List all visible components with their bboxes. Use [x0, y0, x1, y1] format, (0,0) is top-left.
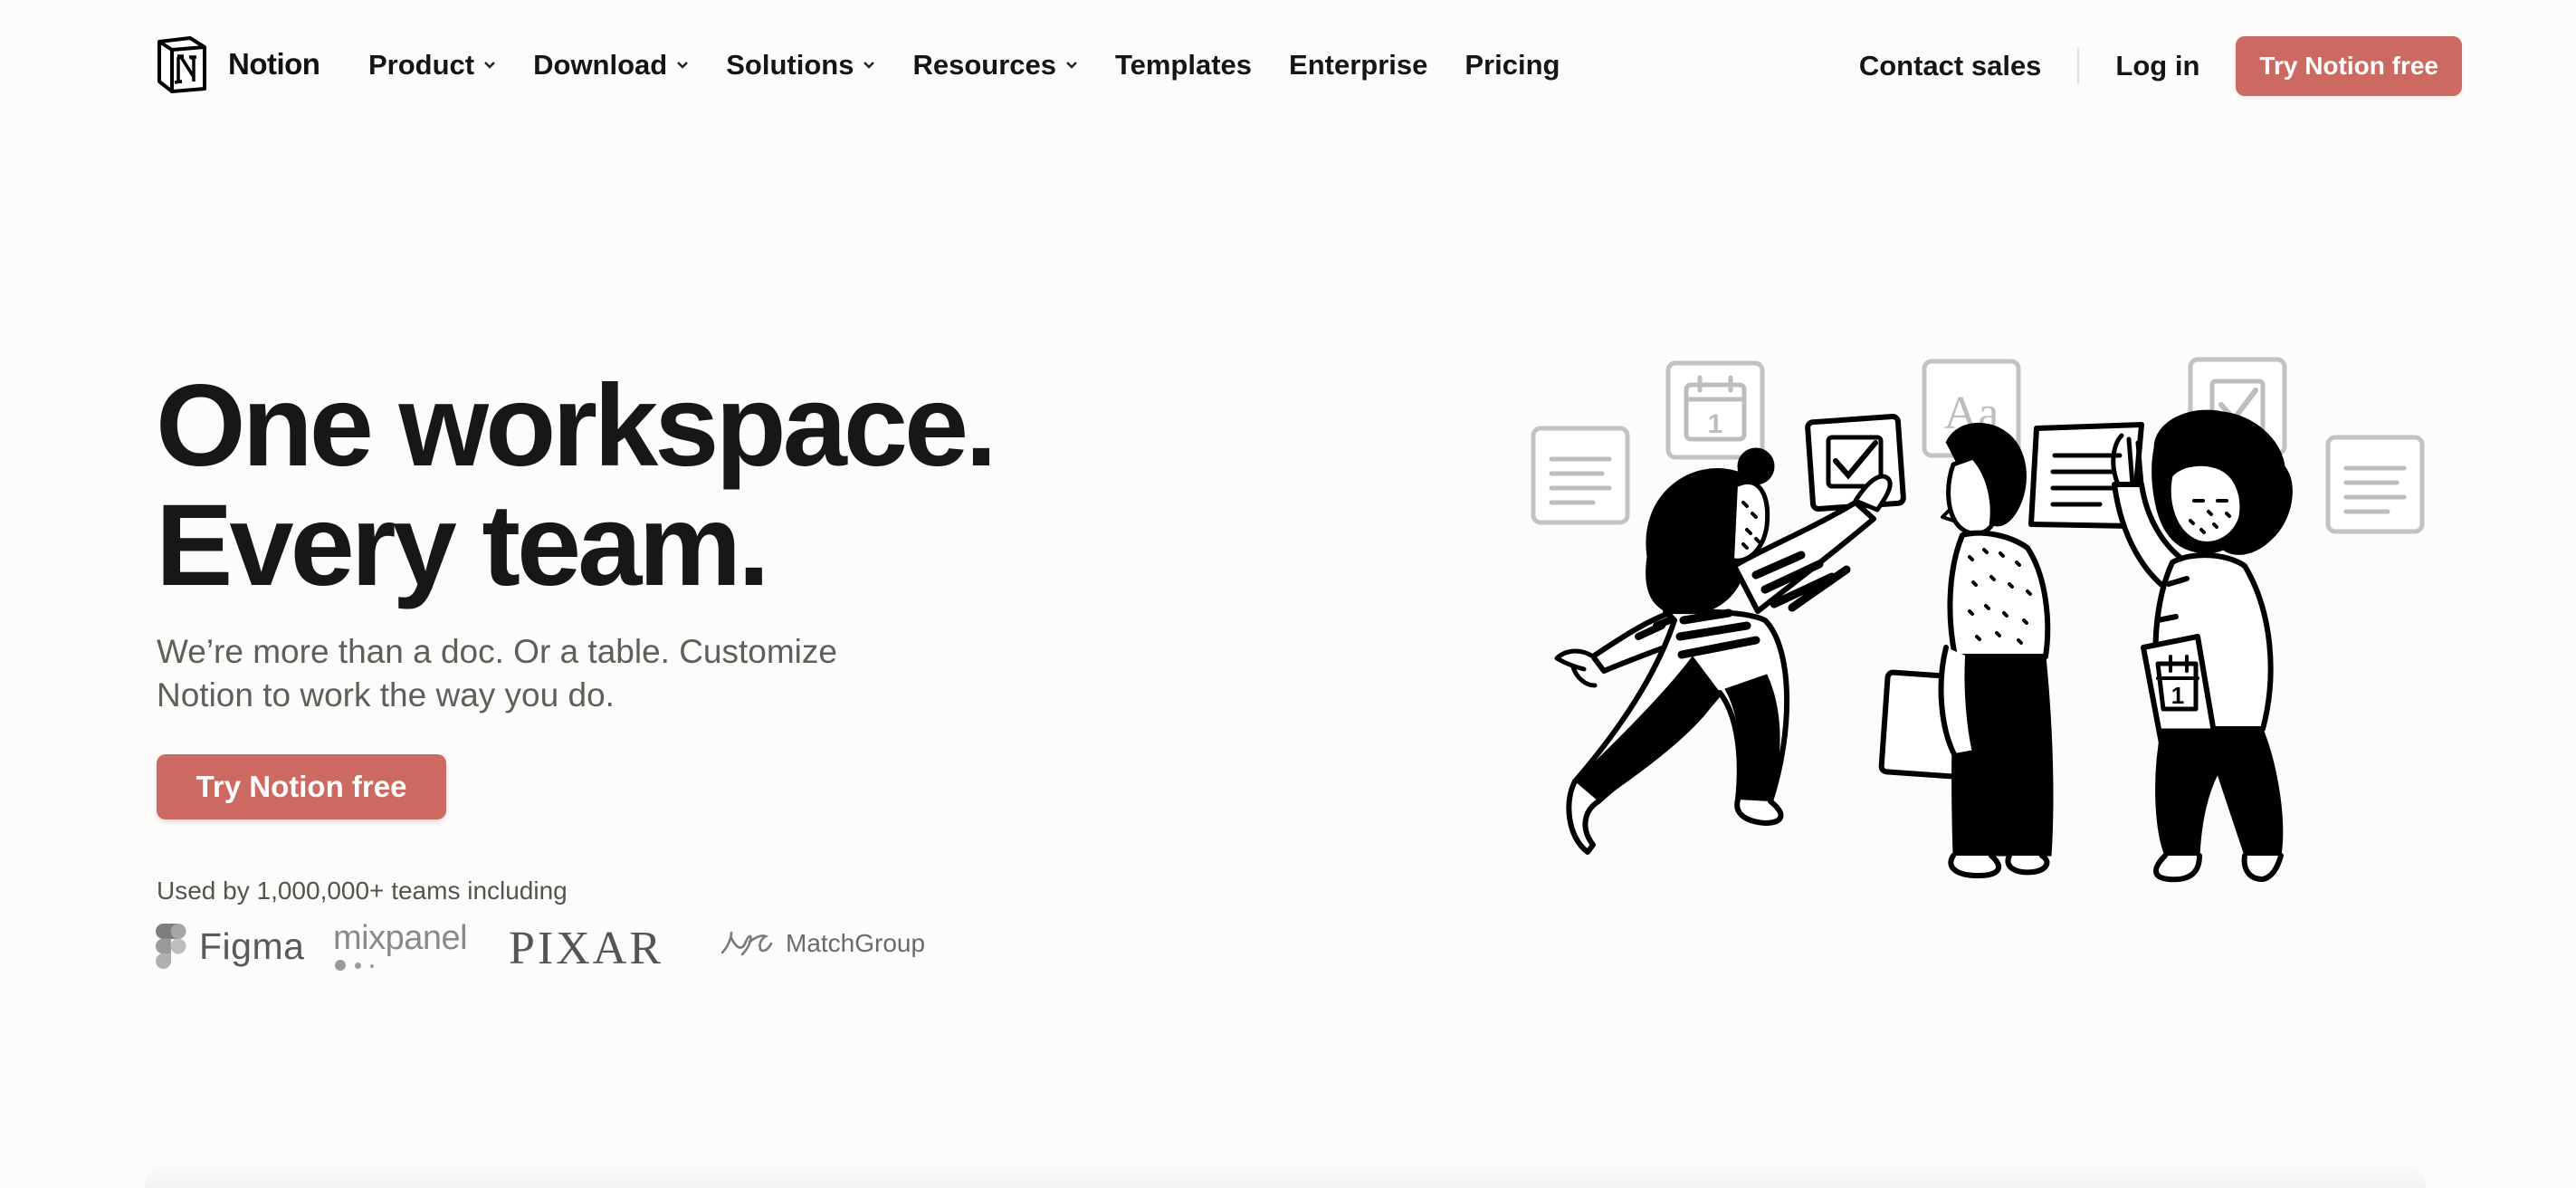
page: Notion Product Download Solutions Resour…: [0, 0, 2576, 1188]
nav-item-pricing[interactable]: Pricing: [1465, 49, 1560, 81]
main-menu: Product Download Solutions Resources Tem…: [368, 49, 1597, 81]
try-notion-free-nav-button[interactable]: Try Notion free: [2236, 36, 2462, 96]
matchgroup-wordmark: MatchGroup: [786, 929, 926, 957]
hero-title: One workspace. Every team.: [156, 361, 997, 610]
nav-item-label: Enterprise: [1289, 49, 1428, 81]
nav-item-solutions[interactable]: Solutions: [726, 49, 875, 81]
section-edge: [145, 1161, 2426, 1188]
nav-item-enterprise[interactable]: Enterprise: [1289, 49, 1427, 81]
figma-mark-icon: [156, 924, 186, 969]
notion-logo-icon: [157, 36, 206, 93]
chevron-down-icon: [484, 62, 495, 69]
matchgroup-logo: MatchGroup: [719, 929, 925, 958]
nav-item-label: Resources: [912, 49, 1056, 81]
team-collaboration-illustration: 1 Aa 1: [1531, 357, 2425, 883]
hero-title-line-1: One workspace.: [156, 361, 997, 491]
nav-item-download[interactable]: Download: [533, 49, 689, 81]
pixar-logo: PIXAR: [509, 923, 664, 974]
nav-item-label: Solutions: [726, 49, 854, 81]
svg-text:1: 1: [1708, 409, 1723, 439]
figma-wordmark: Figma: [199, 925, 305, 967]
nav-item-resources[interactable]: Resources: [912, 49, 1078, 81]
notion-home-link[interactable]: Notion: [154, 34, 320, 94]
nav-actions: Contact sales Log in Try Notion free: [1859, 36, 2462, 96]
figma-logo: Figma: [156, 924, 304, 969]
person-illustration: 1: [2111, 409, 2293, 883]
matchgroup-mark-icon: [720, 931, 773, 956]
logo-text: Notion: [228, 47, 320, 81]
chevron-down-icon: [863, 62, 875, 69]
chevron-down-icon: [1066, 62, 1077, 69]
nav-item-templates[interactable]: Templates: [1115, 49, 1252, 81]
try-notion-free-hero-button[interactable]: Try Notion free: [157, 754, 446, 819]
svg-text:1: 1: [2171, 682, 2184, 709]
nav-divider: [2077, 48, 2080, 84]
nav-item-label: Pricing: [1465, 49, 1560, 81]
top-nav: Notion Product Download Solutions Resour…: [0, 0, 2576, 136]
nav-item-product[interactable]: Product: [368, 49, 496, 81]
mixpanel-wordmark: mixpanel: [333, 919, 468, 957]
customer-logos: Figma mixpanel PIXAR MatchGroup: [156, 920, 952, 974]
document-icon: [2325, 435, 2425, 534]
checkbox-icon: [1805, 414, 1906, 512]
hero-subtitle: We’re more than a doc. Or a table. Custo…: [157, 633, 837, 714]
calendar-icon: 1: [1665, 360, 1765, 460]
document-icon: [1531, 426, 1630, 525]
hero-title-line-2: Every team.: [156, 481, 770, 610]
chevron-down-icon: [677, 62, 689, 69]
log-in-link[interactable]: Log in: [2115, 50, 2199, 82]
mixpanel-logo: mixpanel: [333, 919, 468, 971]
social-proof-text: Used by 1,000,000+ teams including: [157, 877, 568, 905]
contact-sales-link[interactable]: Contact sales: [1859, 50, 2042, 82]
person-illustration: [1878, 422, 2054, 878]
mixpanel-dots-icon: [335, 960, 374, 971]
nav-item-label: Templates: [1114, 49, 1253, 81]
nav-item-label: Product: [368, 49, 475, 81]
nav-item-label: Download: [533, 49, 668, 81]
